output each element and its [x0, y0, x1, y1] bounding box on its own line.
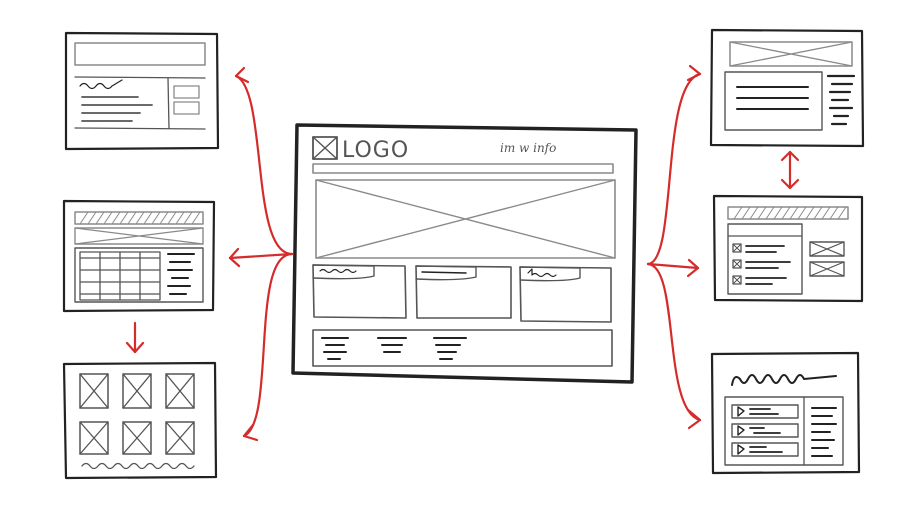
footer-block	[312, 329, 613, 367]
arrow-icon	[737, 406, 745, 455]
nav-scribble: im w info	[500, 141, 556, 155]
wireframe-article-page	[709, 28, 865, 148]
logo-placeholder-icon	[312, 136, 338, 160]
content-card-2	[415, 265, 512, 319]
main-wireframe: LOGO im w info	[291, 123, 638, 384]
content-card-1	[312, 264, 407, 319]
content-card-3	[519, 266, 612, 323]
hero-image-placeholder-icon	[315, 179, 616, 259]
wireframe-table-page	[62, 199, 216, 313]
wireframe-checklist-page	[712, 194, 864, 303]
logo-text: LOGO	[342, 138, 409, 163]
wireframe-gallery-page	[62, 361, 218, 480]
checkbox-icon	[732, 243, 742, 285]
sitemap-sketch: LOGO im w info	[62, 28, 865, 480]
wireframe-steps-page	[710, 351, 861, 475]
connector-arrows-right	[646, 64, 800, 430]
wireframe-form-page	[64, 31, 220, 151]
header-placeholder-icon	[729, 41, 853, 67]
gallery-placeholder-icon	[79, 373, 195, 455]
banner-placeholder-icon	[74, 227, 204, 245]
side-image-placeholder-icon	[809, 241, 845, 277]
